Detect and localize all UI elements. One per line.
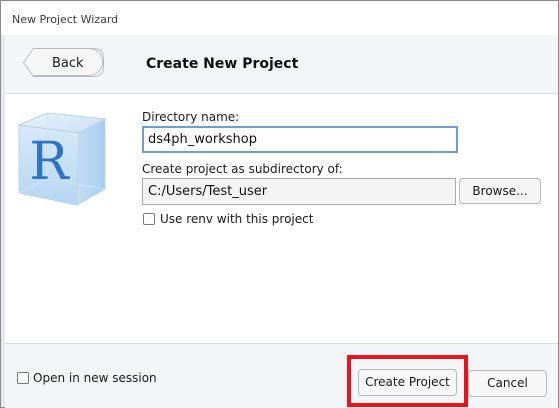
wizard-header: Back Create New Project — [5, 35, 558, 94]
directory-name-input[interactable] — [142, 126, 458, 153]
open-new-session-checkbox[interactable] — [17, 372, 29, 384]
use-renv-checkbox[interactable] — [143, 213, 155, 225]
r-letter: R — [29, 132, 70, 192]
directory-name-label: Directory name: — [142, 110, 240, 124]
page-title: Create New Project — [146, 56, 299, 72]
browse-button[interactable]: Browse... — [459, 178, 541, 204]
subdirectory-input[interactable] — [142, 178, 456, 205]
new-project-wizard-window: New Project Wizard Back Create New Proje… — [0, 0, 559, 408]
create-project-button[interactable]: Create Project — [358, 369, 457, 396]
open-new-session-label: Open in new session — [33, 371, 157, 385]
window-title: New Project Wizard — [12, 13, 119, 26]
cancel-button[interactable]: Cancel — [468, 370, 547, 397]
title-bar: New Project Wizard — [1, 1, 558, 35]
use-renv-label: Use renv with this project — [160, 212, 314, 226]
r-cube-logo: R — [17, 112, 107, 206]
subdirectory-label: Create project as subdirectory of: — [142, 162, 343, 176]
back-button-label: Back — [52, 56, 84, 71]
